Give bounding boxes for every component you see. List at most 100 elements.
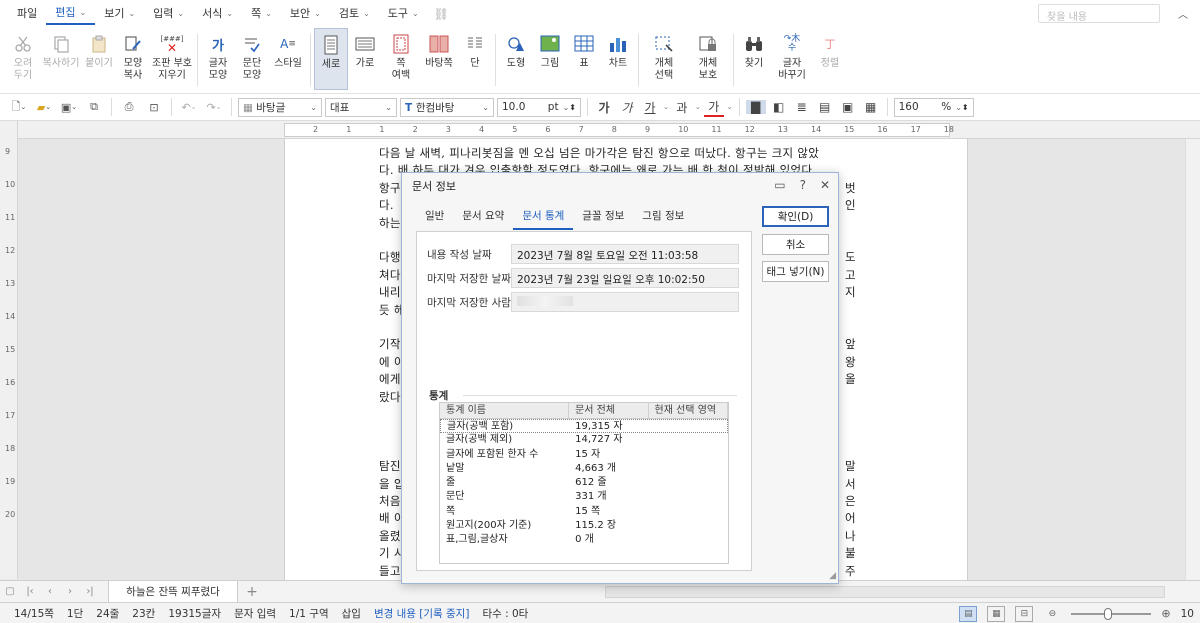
clear-markup-button[interactable]: [###] ✕ 조판 부호 지우기 (150, 28, 194, 90)
align-left-icon[interactable]: ◧ (769, 100, 789, 114)
multi-page-view-icon[interactable]: ▦ (987, 605, 1006, 622)
menu-item-0[interactable]: 파일 (8, 3, 46, 25)
dialog-tab-3[interactable]: 글꼴 정보 (573, 206, 633, 230)
para-shape-button[interactable]: 문단 모양 (235, 28, 269, 90)
paste-button[interactable]: 붙이기 (82, 28, 116, 90)
zoom-slider-knob[interactable] (1104, 607, 1113, 620)
replace-button[interactable]: ↷木 수 글자 바꾸기 (771, 28, 813, 90)
add-tab-button[interactable]: + (242, 584, 262, 600)
dialog-tab-1[interactable]: 문서 요약 (453, 206, 513, 230)
fit-width-icon[interactable]: ⊟ (1015, 605, 1034, 622)
save-icon[interactable]: ▣ ⌄ (58, 97, 80, 117)
object-select-button[interactable]: 개체 선택 (642, 28, 686, 90)
menu-item-8[interactable]: 도구 ⌄ (379, 3, 428, 25)
document-list-icon[interactable]: ▢ (0, 586, 20, 597)
table-row[interactable]: 쪽 15 쪽 (440, 505, 728, 519)
style-select[interactable]: ▦ 바탕글 ⌄ (238, 97, 322, 117)
align-distribute-icon[interactable]: ▣ (838, 100, 858, 114)
resize-grip-icon[interactable]: ◢ (829, 571, 836, 581)
format-copy-button[interactable]: 모양 복사 (116, 28, 150, 90)
header-selection[interactable]: 현재 선택 영역 (649, 403, 728, 418)
cleanup-button[interactable]: 丁 정렬 (813, 28, 847, 90)
ok-button[interactable]: 확인(D) (762, 206, 829, 227)
table-row[interactable]: 문단 331 개 (440, 490, 728, 504)
table-row[interactable]: 글자(공백 제외) 14,727 자 (440, 433, 728, 447)
redo-icon[interactable]: ↷ ⌄ (203, 97, 225, 117)
style-button[interactable]: A ≡ 스타일 (269, 28, 307, 90)
align-divide-icon[interactable]: ▦ (861, 100, 881, 114)
menu-item-3[interactable]: 입력 ⌄ (144, 3, 193, 25)
zoom-out-icon[interactable]: ⊖ (1043, 606, 1061, 622)
cut-button[interactable]: 오려 두기 (6, 28, 40, 90)
font-size-input[interactable]: 10.0 pt ⌄⬍ (497, 97, 581, 117)
shapes-button[interactable]: 도형 (499, 28, 533, 90)
open-folder-icon[interactable]: ▰ ⌄ (33, 97, 55, 117)
next-tab-icon[interactable]: › (60, 586, 80, 597)
table-row[interactable]: 글자에 포함된 한자 수 15 자 (440, 448, 728, 462)
dialog-title-bar[interactable]: 문서 정보 ▭ ? ✕ (402, 173, 838, 199)
help-icon[interactable]: ? (800, 178, 806, 192)
bold-icon[interactable]: 가 (594, 99, 614, 116)
link-icon[interactable]: ⛓ (434, 7, 449, 21)
dialog-tab-0[interactable]: 일반 (416, 206, 453, 230)
page-view-icon[interactable]: ▤ (959, 605, 978, 622)
table-row[interactable]: 낱말 4,663 개 (440, 462, 728, 476)
italic-icon[interactable]: 가 (617, 99, 637, 116)
zoom-slider[interactable] (1071, 607, 1152, 620)
vertical-scrollbar[interactable] (1185, 139, 1200, 580)
header-total[interactable]: 문서 전체 (569, 403, 649, 418)
ruler-scale[interactable]: 2 1 1 2 3 4 5 6 7 8 9 10 11 12 13 14 15 16 17 18 (284, 123, 954, 137)
menu-item-5[interactable]: 쪽 ⌄ (242, 3, 281, 25)
align-justify-icon[interactable]: ▇ (745, 100, 766, 114)
collapse-ribbon-icon[interactable]: ︿ (1178, 6, 1188, 21)
dialog-menu-icon[interactable]: ▭ (774, 178, 785, 192)
menu-item-1[interactable]: 편집 ⌄ (46, 3, 96, 25)
columns-button[interactable]: 단 (458, 28, 492, 90)
save-as-icon[interactable]: ⧉ (83, 97, 105, 117)
first-tab-icon[interactable]: |‹ (20, 586, 40, 597)
horizontal-page-button[interactable]: 가로 (348, 28, 382, 90)
new-document-icon[interactable]: 🗋 ⌄ (8, 97, 30, 117)
menu-item-4[interactable]: 서식 ⌄ (193, 3, 242, 25)
language-select[interactable]: 대표 ⌄ (325, 97, 397, 117)
insert-tag-button[interactable]: 태그 넣기(N) (762, 261, 829, 282)
object-protect-button[interactable]: 개체 보호 (686, 28, 730, 90)
table-row[interactable]: 표,그림,글상자 0 개 (440, 533, 728, 547)
table-button[interactable]: 표 (567, 28, 601, 90)
menu-item-2[interactable]: 보기 ⌄ (95, 3, 144, 25)
zoom-select[interactable]: 160% ⌄⬍ (893, 97, 974, 117)
align-center-icon[interactable]: ≣ (792, 100, 812, 114)
cancel-button[interactable]: 취소 (762, 234, 829, 255)
print-preview-icon[interactable]: ⊡ (143, 97, 165, 117)
chart-button[interactable]: 차트 (601, 28, 635, 90)
margin-button[interactable]: 쪽 여백 (382, 28, 420, 90)
copy-button[interactable]: 복사하기 (40, 28, 82, 90)
page-background-button[interactable]: 바탕쪽 (420, 28, 458, 90)
table-row[interactable]: 줄 612 줄 (440, 476, 728, 490)
font-color-icon[interactable]: 가 (703, 98, 724, 117)
menu-item-6[interactable]: 보안 ⌄ (281, 3, 330, 25)
close-icon[interactable]: ✕ (820, 178, 830, 192)
font-select[interactable]: T 한컴바탕 ⌄ (400, 97, 494, 117)
table-row[interactable]: 글자(공백 포함) 19,315 자 (440, 419, 728, 434)
char-shape-button[interactable]: 가 글자 모양 (201, 28, 235, 90)
strikethrough-icon[interactable]: 과 (672, 99, 692, 116)
document-tab[interactable]: 하늘은 잔뜩 찌푸렸다 (108, 580, 238, 603)
status-page[interactable]: 14/15쪽 (14, 606, 54, 621)
dialog-tab-2[interactable]: 문서 통계 (513, 206, 574, 230)
undo-icon[interactable]: ↶ ⌄ (178, 97, 200, 117)
horizontal-scrollbar[interactable] (605, 586, 1165, 598)
status-insert[interactable]: 삽입 (342, 606, 361, 621)
print-icon[interactable]: ⎙ (118, 97, 140, 117)
align-right-icon[interactable]: ▤ (815, 100, 835, 114)
zoom-in-icon[interactable]: ⊕ (1161, 607, 1170, 620)
vertical-page-button[interactable]: 세로 (314, 28, 348, 90)
search-input[interactable]: 찾을 내용 (1038, 4, 1160, 23)
table-row[interactable]: 원고지(200자 기준) 115.2 장 (440, 519, 728, 533)
picture-button[interactable]: 그림 (533, 28, 567, 90)
find-button[interactable]: 찾기 (737, 28, 771, 90)
status-track-changes[interactable]: 변경 내용 [기록 중지] (374, 606, 470, 621)
last-tab-icon[interactable]: ›| (80, 586, 100, 597)
menu-item-7[interactable]: 검토 ⌄ (330, 3, 379, 25)
prev-tab-icon[interactable]: ‹ (40, 586, 60, 597)
